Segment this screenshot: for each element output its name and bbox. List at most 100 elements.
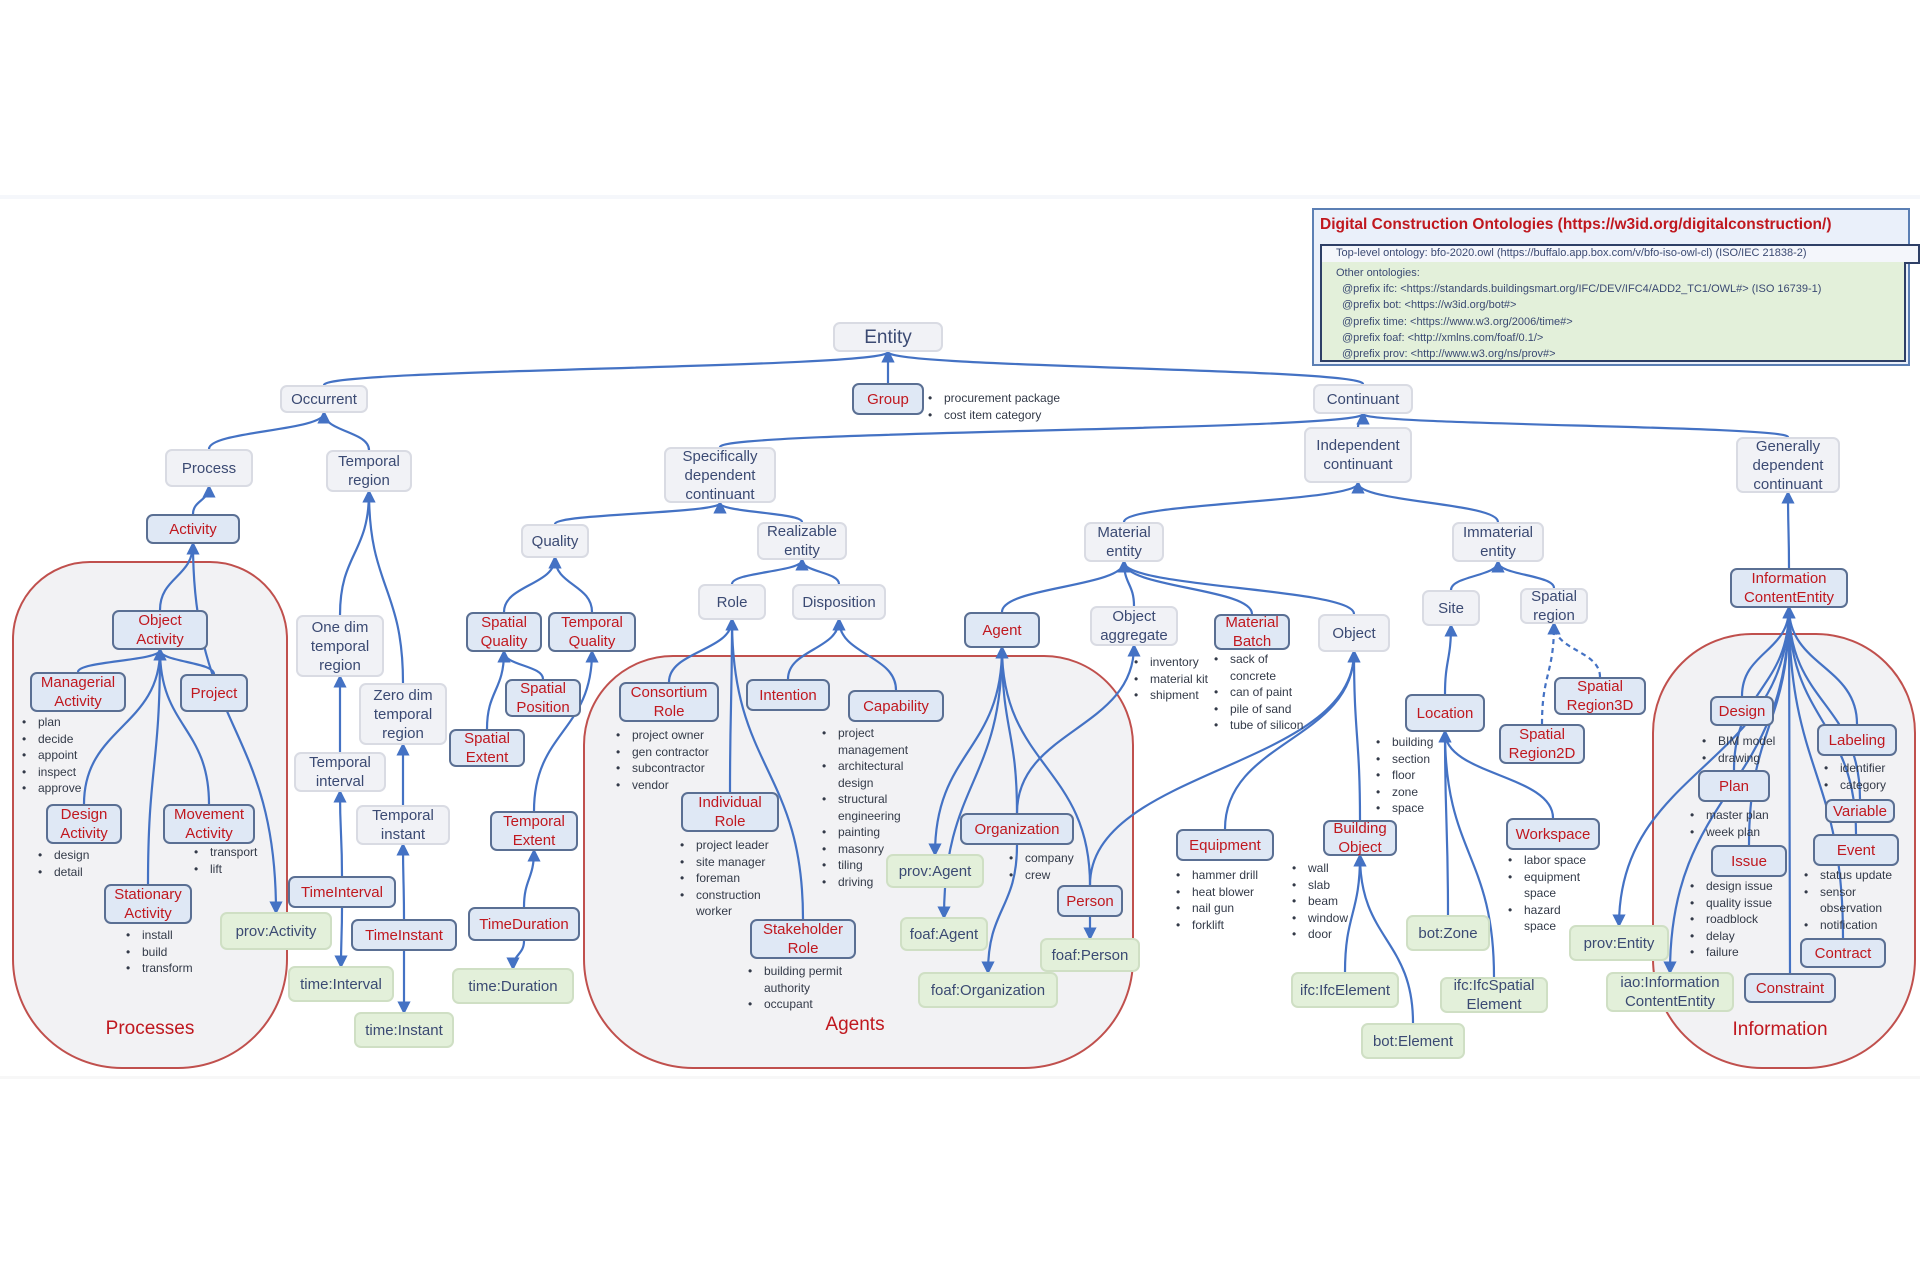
node-ifc-element[interactable]: ifc:IfcElement — [1291, 972, 1399, 1008]
node-time-duration-dice[interactable]: TimeDuration — [468, 907, 580, 941]
bullet-item: design — [36, 847, 89, 864]
node-individual-role[interactable]: Individual Role — [681, 792, 779, 832]
managerial-activity-examples: plandecideappointinspectapprove — [20, 714, 81, 797]
node-time-interval[interactable]: time:Interval — [288, 966, 394, 1002]
node-temporal-instant[interactable]: Temporal instant — [356, 805, 450, 845]
node-time-duration[interactable]: time:Duration — [452, 968, 574, 1004]
node-role[interactable]: Role — [698, 584, 766, 620]
bullet-item: transport — [192, 844, 257, 861]
node-spatial-region[interactable]: Spatial region — [1520, 588, 1588, 624]
subclass-edge — [1347, 649, 1362, 821]
node-independent-continuant[interactable]: Independent continuant — [1304, 427, 1412, 483]
node-generally-dependent-continuant[interactable]: Generally dependent continuant — [1736, 437, 1840, 493]
node-iao-information-content-entity[interactable]: iao:Information ContentEntity — [1606, 972, 1734, 1012]
node-project[interactable]: Project — [180, 674, 248, 712]
node-organization[interactable]: Organization — [960, 813, 1074, 845]
node-temporal-quality[interactable]: Temporal Quality — [548, 612, 636, 652]
node-location[interactable]: Location — [1405, 694, 1485, 732]
node-entity[interactable]: Entity — [833, 322, 943, 352]
node-person[interactable]: Person — [1057, 885, 1123, 917]
labeling-examples: identifiercategory — [1822, 760, 1886, 793]
bullet-item: nail gun — [1174, 900, 1258, 917]
node-foaf-organization[interactable]: foaf:Organization — [918, 972, 1058, 1008]
node-constraint[interactable]: Constraint — [1744, 973, 1836, 1003]
node-time-interval-dice[interactable]: TimeInterval — [288, 876, 396, 908]
node-spatial-position[interactable]: Spatial Position — [505, 679, 581, 717]
bullet-item: design issue — [1688, 878, 1773, 895]
subclass-edge — [522, 848, 541, 908]
node-building-object[interactable]: Building Object — [1323, 820, 1397, 856]
node-spatial-region-2d[interactable]: Spatial Region2D — [1499, 724, 1585, 764]
node-bot-element[interactable]: bot:Element — [1361, 1023, 1465, 1059]
node-object-aggregate[interactable]: Object aggregate — [1090, 606, 1178, 646]
node-capability[interactable]: Capability — [848, 690, 944, 722]
node-design-activity[interactable]: Design Activity — [46, 804, 122, 844]
subclass-edge — [1449, 559, 1505, 591]
node-agent[interactable]: Agent — [964, 612, 1040, 648]
organization-examples: companycrew — [1007, 850, 1074, 883]
node-material-batch[interactable]: Material Batch — [1214, 614, 1290, 650]
bullet-item: appoint — [20, 747, 81, 764]
node-event[interactable]: Event — [1813, 834, 1899, 866]
node-time-instant-dice[interactable]: TimeInstant — [351, 919, 457, 951]
node-workspace[interactable]: Workspace — [1506, 818, 1600, 850]
node-activity[interactable]: Activity — [146, 514, 240, 544]
node-issue[interactable]: Issue — [1711, 845, 1787, 877]
node-occurrent[interactable]: Occurrent — [280, 385, 368, 413]
individual-role-examples: project leadersite managerforemanconstru… — [678, 837, 788, 920]
subclass-edge — [1351, 480, 1500, 523]
legend-prefix-foaf: @prefix foaf: <http://xmlns.com/foaf/0.1… — [1342, 331, 1544, 344]
node-group[interactable]: Group — [852, 383, 924, 415]
node-bot-zone[interactable]: bot:Zone — [1406, 915, 1490, 951]
node-intention[interactable]: Intention — [746, 679, 830, 711]
node-one-dim-temporal-region[interactable]: One dim temporal region — [296, 615, 384, 677]
bullet-item: detail — [36, 864, 89, 881]
bullet-item: space — [1374, 800, 1433, 817]
node-temporal-region[interactable]: Temporal region — [326, 450, 412, 492]
node-material-entity[interactable]: Material entity — [1084, 522, 1164, 562]
node-spatial-quality[interactable]: Spatial Quality — [466, 612, 542, 652]
node-temporal-extent[interactable]: Temporal Extent — [490, 811, 578, 851]
node-object[interactable]: Object — [1318, 614, 1390, 652]
bullet-item: heat blower — [1174, 884, 1258, 901]
node-spatial-region-3d[interactable]: Spatial Region3D — [1554, 677, 1646, 715]
bullet-item: sack of concrete — [1212, 651, 1308, 684]
node-information-content-entity[interactable]: Information ContentEntity — [1730, 568, 1848, 608]
node-equipment[interactable]: Equipment — [1176, 829, 1274, 861]
node-consortium-role[interactable]: Consortium Role — [619, 682, 719, 722]
node-realizable-entity[interactable]: Realizable entity — [757, 522, 847, 560]
node-process[interactable]: Process — [165, 449, 253, 487]
node-stationary-activity[interactable]: Stationary Activity — [104, 884, 192, 924]
event-examples: status updatesensor observationnotificat… — [1802, 867, 1898, 933]
subclass-edge — [1000, 559, 1131, 613]
bullet-item: floor — [1374, 767, 1433, 784]
node-foaf-person[interactable]: foaf:Person — [1040, 938, 1140, 972]
subclass-edge — [1491, 559, 1556, 589]
subclass-edge — [1356, 411, 1790, 439]
equipment-examples: hammer drillheat blowernail gunforklift — [1174, 867, 1258, 933]
node-spatial-extent[interactable]: Spatial Extent — [449, 729, 525, 767]
node-variable[interactable]: Variable — [1825, 799, 1895, 823]
node-object-activity[interactable]: Object Activity — [112, 610, 208, 650]
node-site[interactable]: Site — [1422, 590, 1480, 626]
node-managerial-activity[interactable]: Managerial Activity — [30, 672, 126, 712]
node-disposition[interactable]: Disposition — [792, 584, 886, 620]
node-temporal-interval[interactable]: Temporal interval — [294, 752, 386, 792]
subclass-edge — [713, 500, 804, 524]
node-contract[interactable]: Contract — [1800, 938, 1886, 968]
top-band — [0, 195, 1920, 199]
node-labeling[interactable]: Labeling — [1817, 724, 1897, 756]
node-stakeholder-role[interactable]: Stakeholder Role — [750, 919, 856, 959]
node-quality[interactable]: Quality — [521, 524, 589, 558]
node-foaf-agent[interactable]: foaf:Agent — [900, 917, 988, 951]
node-plan[interactable]: Plan — [1698, 770, 1770, 802]
node-specifically-dependent-continuant[interactable]: Specifically dependent continuant — [664, 447, 776, 503]
node-design[interactable]: Design — [1710, 696, 1774, 726]
node-time-instant[interactable]: time:Instant — [354, 1012, 454, 1048]
node-ifc-spatial-element[interactable]: ifc:IfcSpatial Element — [1440, 977, 1548, 1013]
node-prov-activity[interactable]: prov:Activity — [220, 912, 332, 950]
node-zero-dim-temporal-region[interactable]: Zero dim temporal region — [359, 683, 447, 745]
node-immaterial-entity[interactable]: Immaterial entity — [1452, 522, 1544, 562]
node-movement-activity[interactable]: Movement Activity — [163, 804, 255, 844]
node-continuant[interactable]: Continuant — [1313, 384, 1413, 414]
